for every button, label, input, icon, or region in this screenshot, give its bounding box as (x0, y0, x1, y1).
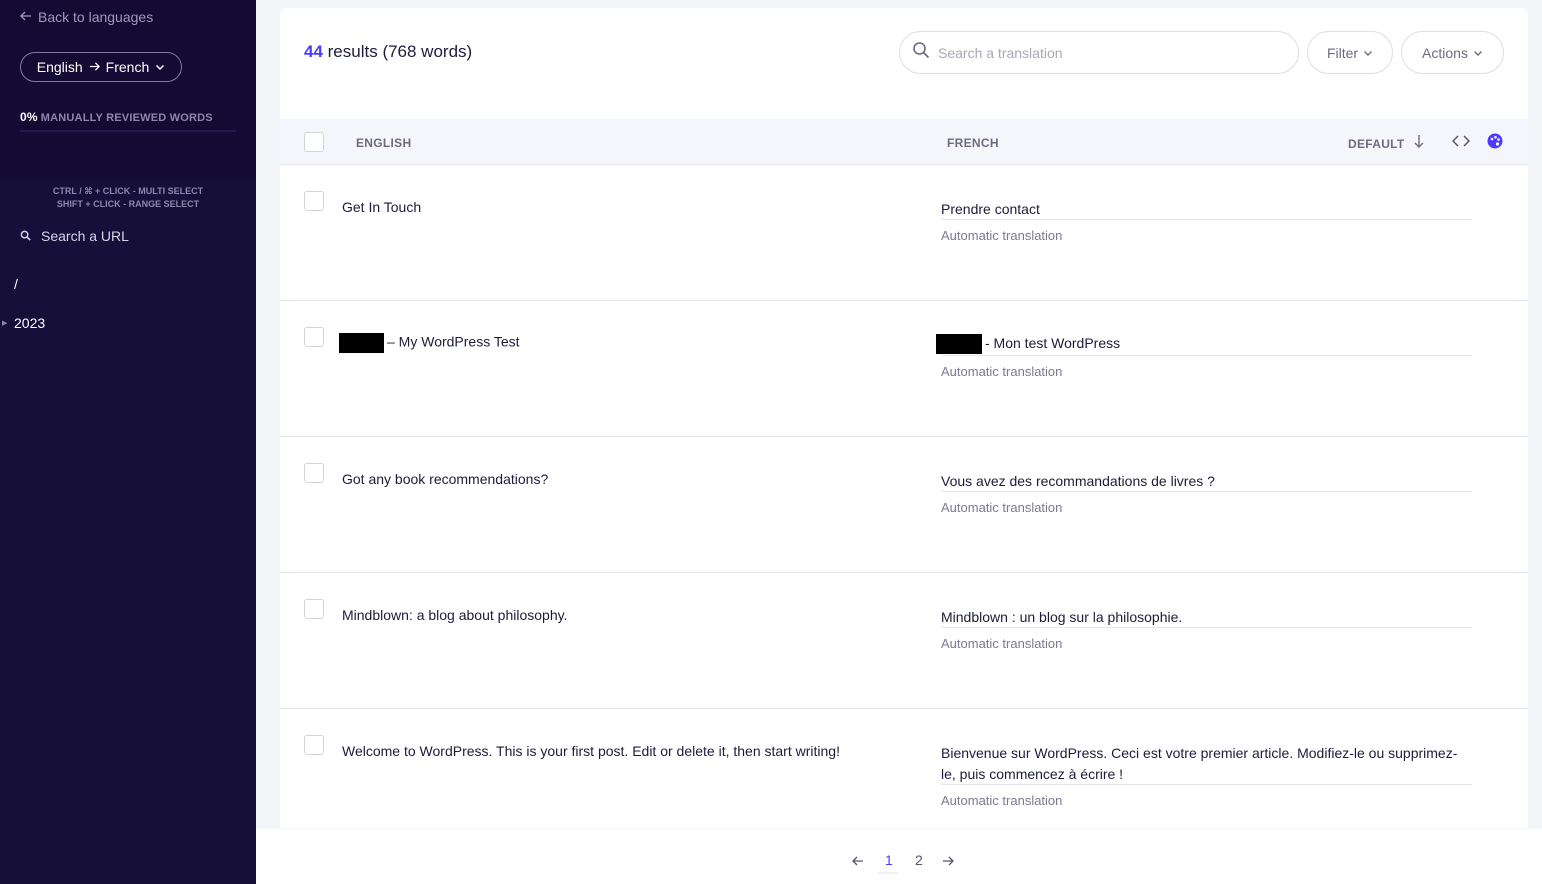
filter-label: Filter (1326, 44, 1359, 61)
arrow-down-icon (1413, 135, 1425, 151)
actions-label: Actions (1422, 44, 1468, 61)
translation-status: Automatic translation (941, 636, 1063, 651)
source-text: Mindblown: a blog about philosophy. (342, 607, 568, 623)
tree-item-2023[interactable]: 2023 (14, 315, 45, 331)
select-all-checkbox[interactable] (304, 132, 324, 152)
target-text[interactable]: Mindblown : un blog sur la philosophie. (941, 607, 1472, 628)
source-text: – My WordPress Test (387, 333, 520, 350)
divider (941, 355, 1472, 356)
column-source: ENGLISH (356, 136, 412, 150)
target-text[interactable]: Prendre contact (941, 199, 1472, 220)
chevron-down-icon (155, 59, 165, 75)
prev-page-arrow-left-icon[interactable] (852, 854, 864, 870)
row-checkbox[interactable] (304, 191, 324, 211)
translation-status: Automatic translation (941, 793, 1063, 808)
source-text: Get In Touch (342, 199, 422, 215)
results-suffix: results (768 words) (322, 42, 473, 61)
divider (941, 627, 1472, 628)
translation-status: Automatic translation (941, 364, 1063, 379)
range-select-hint: SHIFT + CLICK - RANGE SELECT (56, 199, 200, 209)
caret-right-icon[interactable]: ▶ (2, 319, 7, 327)
next-page-arrow-right-icon[interactable] (942, 854, 954, 870)
pagination: 1 2 (256, 829, 1542, 884)
chevron-down-icon (1473, 45, 1483, 61)
source-text-wrap: – My WordPress Test (339, 333, 520, 353)
table-row[interactable]: – My WordPress Test - Mon test WordPress… (280, 301, 1528, 437)
table-row[interactable]: Get In Touch Prendre contact Automatic t… (280, 165, 1528, 301)
url-search-label: Search a URL (41, 228, 129, 244)
back-to-languages-link[interactable]: Back to languages (20, 9, 153, 25)
sidebar: Back to languages English French 0% MANUA… (0, 0, 256, 884)
sort-label: DEFAULT (1348, 136, 1405, 151)
search-icon (20, 228, 31, 244)
source-text: Welcome to WordPress. This is your first… (342, 743, 840, 759)
current-page-indicator (878, 872, 898, 874)
filter-button[interactable]: Filter (1307, 31, 1393, 74)
column-target: FRENCH (947, 136, 999, 150)
progress-label: MANUALLY REVIEWED WORDS (40, 112, 213, 124)
target-language: French (105, 59, 150, 75)
arrow-right-icon (89, 59, 100, 75)
redacted-block (339, 333, 384, 353)
language-pair-selector[interactable]: English French (20, 52, 182, 82)
translation-status: Automatic translation (941, 228, 1063, 243)
sort-default-button[interactable]: DEFAULT (1348, 135, 1425, 151)
translation-search[interactable] (899, 31, 1299, 74)
row-checkbox[interactable] (304, 463, 324, 483)
arrow-left-icon (20, 9, 32, 25)
multi-select-hint: CTRL / ⌘ + CLICK - MULTI SELECT (52, 186, 204, 196)
actions-button[interactable]: Actions (1401, 31, 1504, 74)
progress-percent: 0% (20, 110, 38, 124)
source-text: Got any book recommendations? (342, 471, 549, 487)
translation-status: Automatic translation (941, 500, 1063, 515)
redacted-block (936, 334, 982, 355)
progress-bar (20, 130, 236, 132)
row-checkbox[interactable] (304, 735, 324, 755)
table-row[interactable]: Mindblown: a blog about philosophy. Mind… (280, 573, 1528, 709)
page-2[interactable]: 2 (915, 852, 923, 868)
table-header: ENGLISH FRENCH DEFAULT (280, 119, 1528, 165)
page-1[interactable]: 1 (885, 852, 893, 868)
divider (941, 784, 1472, 785)
search-icon (912, 41, 930, 64)
table-row[interactable]: Got any book recommendations? Vous avez … (280, 437, 1528, 573)
sidebar-header: Back to languages English French 0% MANUA… (0, 0, 256, 178)
row-checkbox[interactable] (304, 599, 324, 619)
divider (941, 491, 1472, 492)
translation-search-input[interactable] (938, 44, 1268, 61)
row-checkbox[interactable] (304, 327, 324, 347)
target-text[interactable]: Bienvenue sur WordPress. Ceci est votre … (941, 743, 1472, 785)
target-text-wrap[interactable]: - Mon test WordPress (936, 333, 1467, 355)
tree-item-root[interactable]: / (14, 276, 18, 292)
results-count: 44 (304, 42, 323, 61)
target-text[interactable]: Vous avez des recommandations de livres … (941, 471, 1472, 492)
palette-icon[interactable] (1487, 133, 1503, 154)
translations-panel: 44 results (768 words) Filter Actions EN… (280, 8, 1528, 828)
url-search[interactable]: Search a URL (20, 228, 129, 244)
back-label: Back to languages (38, 9, 154, 25)
table-row[interactable]: Welcome to WordPress. This is your first… (280, 709, 1528, 828)
target-text: - Mon test WordPress (985, 335, 1121, 351)
chevron-down-icon (1363, 45, 1373, 61)
divider (941, 219, 1472, 220)
results-summary: 44 results (768 words) (304, 42, 472, 62)
review-progress: 0% MANUALLY REVIEWED WORDS (20, 110, 213, 124)
code-icon[interactable] (1451, 134, 1471, 153)
source-language: English (36, 59, 83, 75)
